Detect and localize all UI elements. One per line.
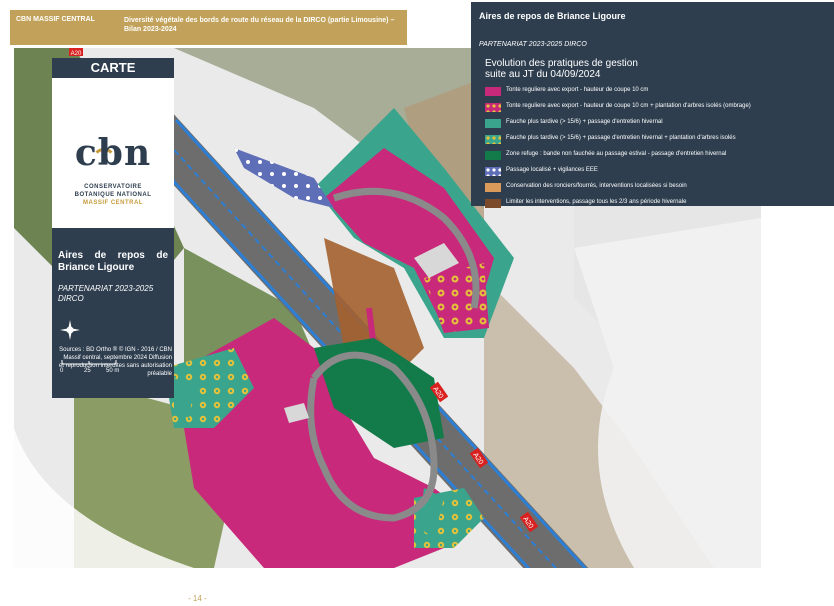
legend-item: Zone refuge : bande non fauchée au passa… [485, 149, 830, 165]
sources-note: Sources : BD Ortho ® © IGN - 2016 / CBN … [58, 347, 172, 377]
legend-title: Aires de repos de Briance Ligoure [479, 11, 626, 21]
legend-partnership: PARTENARIAT 2023-2025 DIRCO [479, 41, 587, 48]
logo-wordmark: cbn [74, 132, 152, 174]
header-band: CBN MASSIF CENTRAL Diversité végétale de… [10, 10, 407, 45]
legend-swatch [485, 87, 501, 96]
legend-heading: Evolution des pratiques de gestion suite… [485, 58, 685, 80]
legend-label: Tonte reguliere avec export - hauteur de… [506, 87, 649, 93]
legend-label: Zone refuge : bande non fauchée au passa… [506, 151, 727, 157]
road-label-a20-1: A20 [69, 48, 83, 57]
legend-item: Tonte reguliere avec export - hauteur de… [485, 101, 830, 117]
legend-item: Fauche plus tardive (> 15/6) + passage d… [485, 117, 830, 133]
legend-swatch [485, 119, 501, 128]
legend-swatch [485, 103, 501, 112]
site-title: Aires de repos de Briance Ligoure [58, 250, 168, 273]
legend-item: Fauche plus tardive (> 15/6) + passage d… [485, 133, 830, 149]
legend-label: Conservation des ronciers/fourrés, inter… [506, 183, 687, 189]
legend-swatch [485, 199, 501, 208]
carte-title: CARTE [90, 60, 136, 75]
legend-swatch [485, 167, 501, 176]
header-report-title: Diversité végétale des bords de route du… [124, 17, 395, 33]
legend-panel: Aires de repos de Briance Ligoure PARTEN… [471, 2, 834, 208]
legend-item: Tonte reguliere avec export - hauteur de… [485, 85, 830, 101]
carte-panel: CARTE cbn CONSERVATOIRE BOTANIQUE NATION… [52, 58, 174, 398]
legend-heading-line-2: suite au JT du 04/09/2024 [485, 69, 601, 80]
logo-line-1: CONSERVATOIRE [84, 184, 142, 190]
header-org: CBN MASSIF CENTRAL [16, 16, 95, 23]
legend-heading-line-1: Evolution des pratiques de gestion [485, 58, 638, 69]
legend-swatch [485, 183, 501, 192]
svg-text:A20: A20 [71, 51, 82, 57]
logo-line-3: MASSIF CENTRAL [83, 200, 143, 206]
legend-swatch [485, 151, 501, 160]
logo-line-2: BOTANIQUE NATIONAL [74, 192, 152, 198]
legend-label: Limiter les interventions, passage tous … [506, 199, 687, 205]
legend-item: Passage localisé + vigilances EEE [485, 165, 830, 181]
legend-label: Passage localisé + vigilances EEE [506, 167, 598, 173]
legend-list: Tonte reguliere avec export - hauteur de… [485, 85, 830, 213]
legend-item: Limiter les interventions, passage tous … [485, 197, 830, 213]
site-partnership: PARTENARIAT 2023-2025 DIRCO [58, 284, 154, 303]
legend-swatch [485, 135, 501, 144]
legend-item: Conservation des ronciers/fourrés, inter… [485, 181, 830, 197]
compass-icon [60, 320, 80, 340]
page-number-text: - 14 - [188, 594, 207, 603]
legend-label: Tonte reguliere avec export - hauteur de… [506, 103, 751, 109]
legend-label: Fauche plus tardive (> 15/6) + passage d… [506, 135, 736, 141]
legend-label: Fauche plus tardive (> 15/6) + passage d… [506, 119, 663, 125]
